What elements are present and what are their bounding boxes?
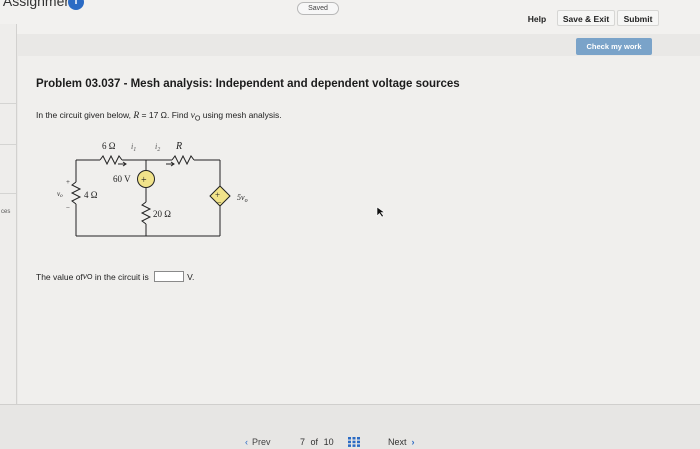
rail-tab[interactable] [0,144,16,194]
page-total: 10 [323,437,334,447]
assignment-title: 3 Assignment [0,0,77,9]
rail-tab[interactable] [0,74,16,104]
left-rail: ces [0,24,17,404]
mouse-cursor-icon [376,206,386,218]
resistor-20ohm-label: 20 Ω [153,209,171,219]
answer-mid: in the circuit is [92,271,152,282]
saved-status-badge: Saved [297,2,339,15]
resistor-6ohm-label: 6 Ω [102,141,116,151]
next-button[interactable]: Next › [388,437,415,447]
prompt-mid: = 17 Ω. Find [139,110,191,120]
svg-text:i2: i2 [155,142,160,153]
page-indicator: 7 of 10 [300,437,334,447]
help-button[interactable]: Help [519,10,555,26]
problem-prompt: In the circuit given below, R = 17 Ω. Fi… [36,110,282,123]
resistor-r-label: R [175,141,182,152]
rail-label: ces [1,209,11,215]
info-icon[interactable]: i [68,0,84,10]
svg-text:5vo: 5vo [237,193,248,204]
resistor-4ohm-label: 4 Ω [84,190,98,200]
circuit-diagram: + + − 6 Ω i1 i2 R 60 V 4 Ω + vo − 20 Ω 5… [57,141,248,237]
vo-subscript: o [60,194,63,199]
grid-icon[interactable] [348,437,360,447]
chevron-left-icon: ‹ [245,437,248,447]
resistor-r [171,154,195,166]
i2-subscript: 2 [157,147,160,153]
prompt-prefix: In the circuit given below, [36,110,134,120]
check-my-work-button[interactable]: Check my work [576,38,652,55]
prompt-suffix: using mesh analysis. [200,110,282,120]
resistor-6ohm [99,154,123,166]
submit-button[interactable]: Submit [617,10,659,26]
answer-unit: V. [187,271,195,282]
i1-subscript: 1 [133,147,136,153]
vo-plus-sign: + [66,178,70,186]
chevron-right-icon: › [411,437,415,447]
dep-source-minus-sign: − [217,198,222,207]
page-of: of [310,437,319,447]
answer-prefix: The value of [36,271,83,282]
vo-minus-sign: − [66,204,70,212]
problem-title: Problem 03.037 - Mesh analysis: Independ… [36,78,460,90]
prev-label: Prev [252,437,271,447]
page-current: 7 [300,437,306,447]
prev-button[interactable]: ‹ Prev [245,437,271,447]
top-bar: 3 Assignment i Saved Help Save & Exit Su… [0,0,700,34]
resistor-4ohm [70,181,82,205]
source-plus-sign: + [141,175,147,186]
svg-text:vo: vo [57,190,63,199]
resistor-20ohm [140,201,152,225]
answer-row: The value of vO in the circuit is V. [36,271,194,282]
save-exit-button[interactable]: Save & Exit [557,10,615,26]
voltage-source-label: 60 V [113,174,131,184]
svg-text:i1: i1 [131,142,136,153]
answer-input[interactable] [154,271,185,282]
next-label: Next [388,437,407,447]
dep-source-subscript: o [245,198,248,204]
